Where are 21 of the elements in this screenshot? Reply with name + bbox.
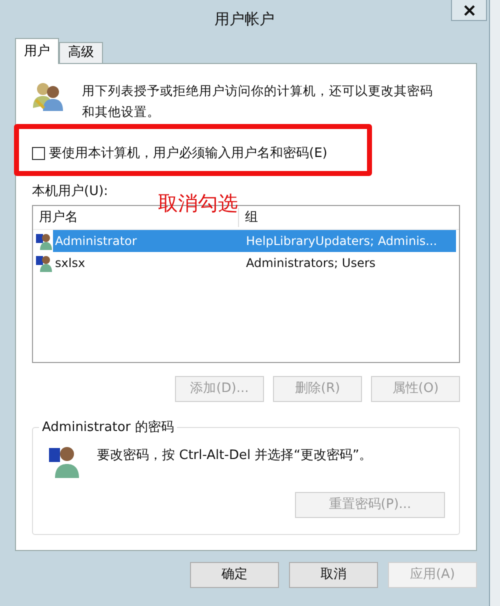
checkbox[interactable] — [32, 147, 45, 160]
users-icon — [32, 80, 64, 112]
button[interactable]: 确定 — [190, 562, 279, 588]
column-header[interactable]: 组 — [238, 208, 459, 228]
user-name-cell[interactable]: sxlsx — [53, 252, 240, 274]
close-icon — [464, 4, 474, 16]
user-row[interactable]: sxlsx Administrators; Users — [33, 252, 459, 274]
window-title: 用户帐户 — [214, 8, 274, 30]
button[interactable]: 取消 — [289, 562, 378, 588]
annotation-text: 取消勾选 — [158, 190, 238, 217]
user-computer-icon — [47, 444, 81, 478]
group-cell[interactable]: Administrators; Users — [240, 252, 456, 274]
user-icon — [35, 254, 53, 272]
password-hint-text: 要改密码，按 Ctrl-Alt-Del 并选择“更改密码”。 — [97, 447, 372, 465]
description-text: 用下列表授予或拒绝用户访问你的计算机，还可以更改其密码和其他设置。 — [82, 82, 434, 121]
users-label: 本机用户(U): — [32, 182, 110, 200]
tab[interactable]: 用户 — [15, 38, 59, 64]
tab[interactable]: 高级 — [59, 42, 103, 63]
close-button[interactable] — [451, 0, 487, 21]
user-icon — [35, 232, 53, 250]
checkbox-label: 要使用本计算机，用户必须输入用户名和密码(E) — [49, 145, 328, 163]
